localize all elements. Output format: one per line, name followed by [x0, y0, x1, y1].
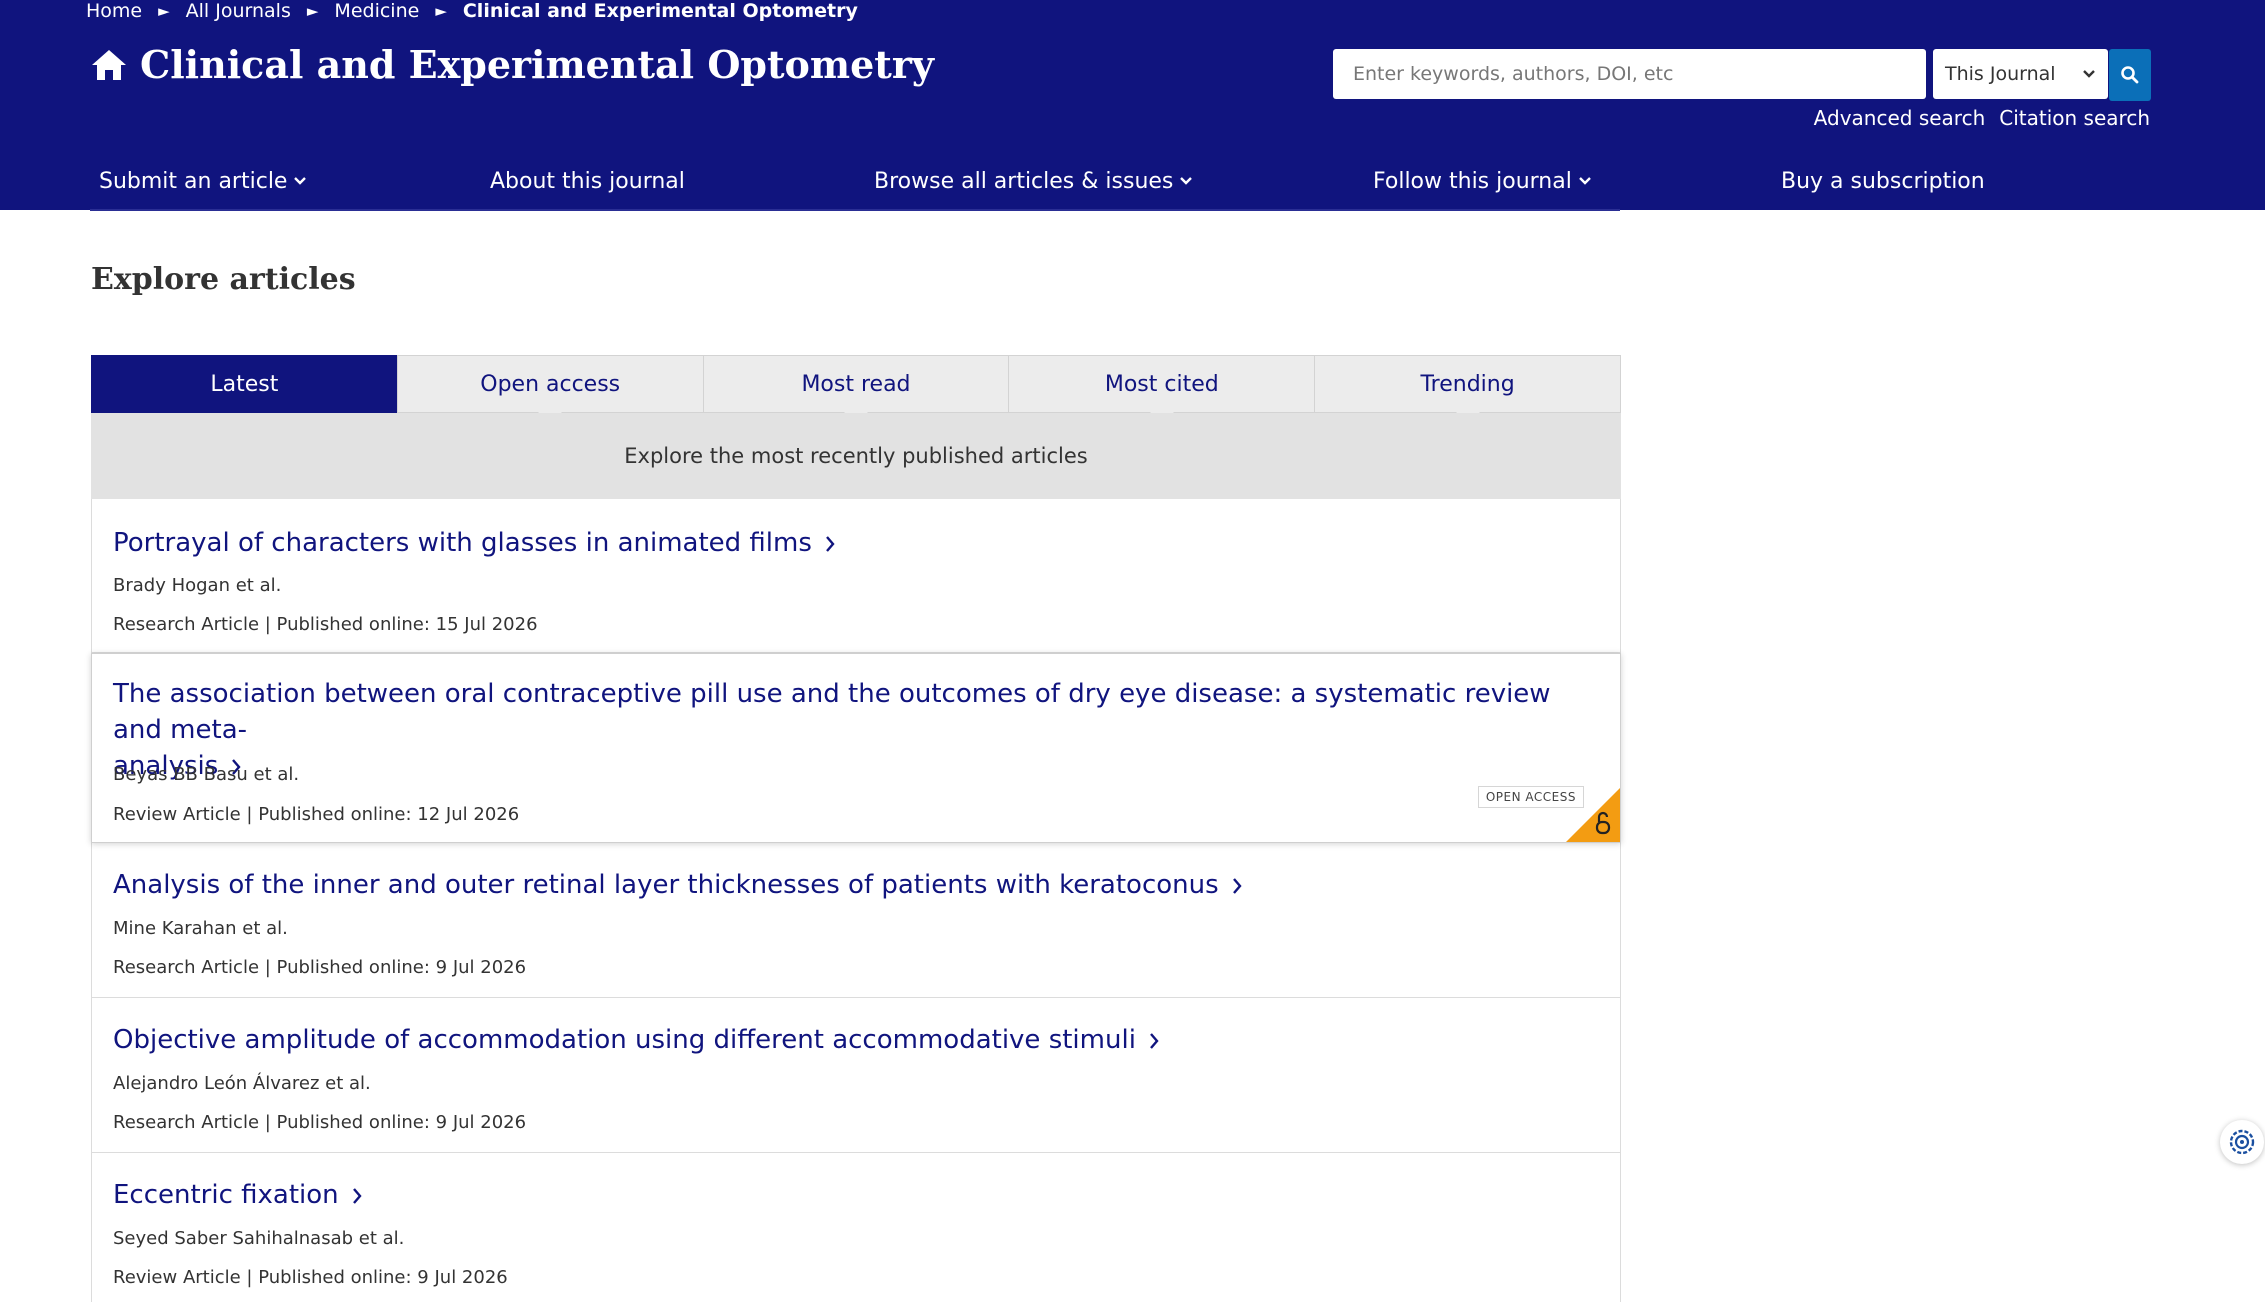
home-icon	[92, 49, 126, 80]
tab-most-read[interactable]: Most read	[702, 355, 1009, 424]
article-title: Portrayal of characters with glasses in …	[113, 528, 812, 558]
article-title-line1: The association between oral contracepti…	[113, 679, 1551, 745]
tab-label: Open access	[480, 371, 621, 397]
published-label: Published online:	[276, 1112, 430, 1133]
journal-title: Clinical and Experimental Optometry	[140, 42, 934, 87]
article-title-link[interactable]: Portrayal of characters with glasses in …	[113, 525, 1573, 561]
chevron-right-icon	[1232, 877, 1242, 894]
advanced-search-link[interactable]: Advanced search	[1814, 106, 1986, 130]
breadcrumb-separator-icon: ►	[158, 2, 170, 20]
article-meta: Research Article | Published online: 9 J…	[113, 957, 527, 978]
published-label: Published online:	[276, 957, 430, 978]
article-title: Objective amplitude of accommodation usi…	[113, 1025, 1136, 1055]
list-item: The association between oral contracepti…	[91, 653, 1621, 843]
nav-label: Follow this journal	[1373, 168, 1572, 194]
nav-label: About this journal	[490, 168, 685, 194]
search-scope-value: This Journal	[1945, 63, 2056, 85]
tab-description: Explore the most recently published arti…	[91, 413, 1621, 499]
search-scope-select[interactable]: This Journal	[1933, 49, 2108, 99]
search-links: Advanced search Citation search	[1814, 106, 2150, 130]
list-item: Objective amplitude of accommodation usi…	[92, 998, 1620, 1153]
article-date: 15 Jul 2026	[435, 614, 538, 635]
tab-label: Trending	[1420, 371, 1515, 397]
article-meta: Review Article | Published online: 9 Jul…	[113, 1267, 508, 1288]
section-title: Explore articles	[91, 262, 356, 297]
breadcrumb-all-journals[interactable]: All Journals	[186, 0, 291, 22]
article-type: Research Article	[113, 957, 260, 978]
article-authors: Beyas BB Basu et al.	[113, 764, 300, 785]
published-label: Published online:	[258, 1267, 412, 1288]
article-title: Eccentric fixation	[113, 1180, 339, 1210]
search-button[interactable]	[2109, 49, 2151, 101]
article-type: Review Article	[113, 1267, 241, 1288]
tab-label: Latest	[210, 371, 279, 397]
article-date: 12 Jul 2026	[417, 804, 520, 825]
nav-follow-journal[interactable]: Follow this journal	[1373, 168, 1592, 194]
journal-title-link[interactable]: Clinical and Experimental Optometry	[90, 42, 934, 87]
article-title-link[interactable]: The association between oral contracepti…	[113, 676, 1573, 784]
chevron-down-icon	[294, 177, 307, 185]
published-label: Published online:	[258, 804, 412, 825]
article-type: Research Article	[113, 614, 260, 635]
nav-browse-articles[interactable]: Browse all articles & issues	[874, 168, 1193, 194]
tab-open-access[interactable]: Open access	[396, 355, 703, 424]
list-item: Eccentric fixation Seyed Saber Sahihalna…	[92, 1153, 1620, 1302]
article-date: 9 Jul 2026	[417, 1267, 508, 1288]
nav-label: Buy a subscription	[1781, 168, 1985, 194]
article-list: Portrayal of characters with glasses in …	[91, 499, 1621, 1302]
chevron-right-icon	[825, 535, 835, 552]
site-header: Home ► All Journals ► Medicine ► Clinica…	[0, 0, 2265, 211]
chevron-right-icon	[352, 1187, 362, 1204]
published-label: Published online:	[276, 614, 430, 635]
nav-label: Submit an article	[99, 168, 288, 194]
search-icon	[2121, 66, 2139, 84]
nav-buy-subscription[interactable]: Buy a subscription	[1781, 168, 1985, 194]
tab-label: Most read	[801, 371, 911, 397]
article-meta: Review Article | Published online: 12 Ju…	[113, 804, 520, 825]
nav-submit-article[interactable]: Submit an article	[99, 168, 307, 194]
search-input[interactable]	[1333, 49, 1926, 99]
article-title: Analysis of the inner and outer retinal …	[113, 870, 1219, 900]
article-title-link[interactable]: Objective amplitude of accommodation usi…	[113, 1022, 1573, 1058]
article-title-link[interactable]: Eccentric fixation	[113, 1177, 1573, 1213]
chevron-down-icon	[1180, 177, 1193, 185]
article-meta: Research Article | Published online: 15 …	[113, 614, 538, 635]
chevron-right-icon	[1150, 1032, 1159, 1049]
article-type: Review Article	[113, 804, 241, 825]
breadcrumb-current: Clinical and Experimental Optometry	[462, 0, 858, 22]
chevron-down-icon	[1579, 177, 1591, 185]
breadcrumb-home[interactable]: Home	[86, 0, 142, 22]
chevron-down-icon	[2083, 70, 2095, 78]
tab-trending[interactable]: Trending	[1314, 355, 1621, 424]
breadcrumb-medicine[interactable]: Medicine	[334, 0, 419, 22]
breadcrumb: Home ► All Journals ► Medicine ► Clinica…	[86, 0, 858, 22]
article-date: 9 Jul 2026	[435, 1112, 527, 1133]
list-item: Portrayal of characters with glasses in …	[92, 499, 1620, 653]
article-date: 9 Jul 2026	[435, 957, 527, 978]
article-title-link[interactable]: Analysis of the inner and outer retinal …	[113, 867, 1573, 903]
gear-icon	[2229, 1129, 2255, 1155]
article-type: Research Article	[113, 1112, 260, 1133]
breadcrumb-separator-icon: ►	[306, 2, 319, 20]
open-access-lock-icon	[1566, 788, 1620, 842]
nav-divider	[90, 209, 1620, 211]
explore-tabs: Latest Open access Most read Most cited …	[91, 355, 1621, 424]
list-item: Analysis of the inner and outer retinal …	[92, 843, 1620, 998]
tab-latest[interactable]: Latest	[91, 355, 397, 424]
article-authors: Seyed Saber Sahihalnasab et al.	[113, 1228, 405, 1249]
accessibility-widget-button[interactable]	[2220, 1120, 2264, 1164]
article-meta: Research Article | Published online: 9 J…	[113, 1112, 527, 1133]
tab-most-cited[interactable]: Most cited	[1008, 355, 1315, 424]
citation-search-link[interactable]: Citation search	[1999, 106, 2150, 130]
tab-label: Most cited	[1104, 371, 1219, 397]
nav-about-journal[interactable]: About this journal	[490, 168, 685, 194]
breadcrumb-separator-icon: ►	[435, 2, 447, 20]
nav-label: Browse all articles & issues	[874, 168, 1174, 194]
article-authors: Brady Hogan et al.	[113, 575, 282, 596]
article-authors: Alejandro León Álvarez et al.	[113, 1073, 371, 1094]
article-authors: Mine Karahan et al.	[113, 918, 288, 939]
